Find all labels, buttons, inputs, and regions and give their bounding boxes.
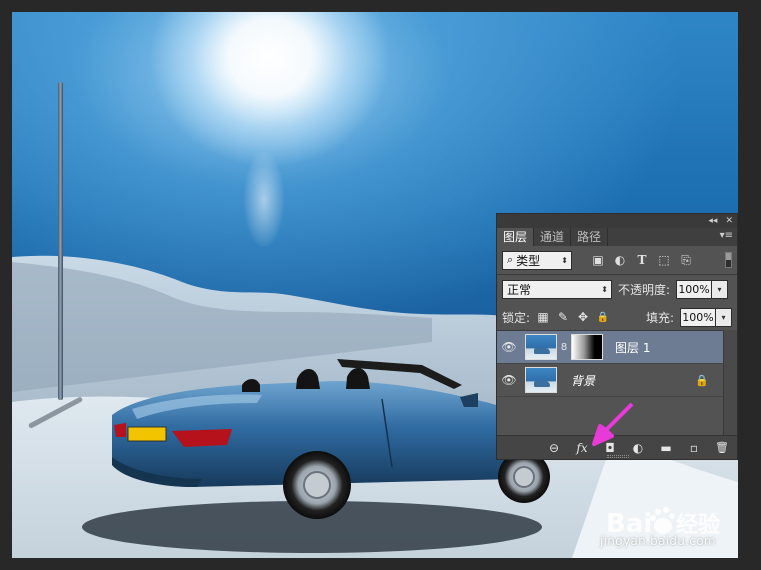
updown-arrow-icon: ⬍ bbox=[561, 255, 568, 265]
blend-mode-value: 正常 bbox=[507, 282, 532, 297]
updown-arrow-icon: ⬍ bbox=[601, 284, 608, 294]
background-lock-icon: 🔒 bbox=[695, 373, 709, 387]
filter-kind-label: 类型 bbox=[516, 253, 541, 268]
layer-thumbnail bbox=[525, 334, 557, 360]
watermark-url: jingyan.baidu.com bbox=[600, 534, 716, 548]
tab-channels[interactable]: 通道 bbox=[534, 228, 572, 246]
tab-layers[interactable]: 图层 bbox=[497, 228, 535, 246]
opacity-input[interactable]: 100% bbox=[676, 279, 713, 299]
opacity-label: 不透明度: bbox=[618, 282, 671, 297]
panel-title-bar: ◂◂ ✕ bbox=[497, 214, 737, 228]
lock-row: 锁定: ▦ ✎ ✥ 🔒 填充: 100% ▾ bbox=[497, 303, 737, 331]
layer-thumbnail bbox=[525, 367, 557, 393]
smart-object-filter-icon[interactable]: ⎘ bbox=[678, 252, 694, 268]
shape-filter-icon[interactable]: ⬚ bbox=[656, 252, 672, 268]
collapse-icon[interactable]: ◂◂ bbox=[708, 216, 717, 226]
close-icon[interactable]: ✕ bbox=[725, 216, 733, 226]
blend-row: 正常 ⬍ 不透明度: 100% ▾ bbox=[497, 275, 737, 303]
delete-icon[interactable]: 🗑 bbox=[715, 441, 729, 455]
fill-input[interactable]: 100% bbox=[680, 307, 716, 327]
layer-list-scrollbar[interactable] bbox=[723, 330, 737, 436]
panel-tabs: 图层 通道 路径 ▾≡ bbox=[497, 228, 737, 246]
visibility-eye-icon[interactable]: 👁 bbox=[497, 340, 521, 354]
visibility-eye-icon[interactable]: 👁 bbox=[497, 373, 521, 387]
fill-label: 填充: bbox=[645, 310, 674, 325]
lock-transparent-icon[interactable]: ▦ bbox=[536, 310, 550, 324]
tab-paths[interactable]: 路径 bbox=[571, 228, 609, 246]
fill-slider-toggle[interactable]: ▾ bbox=[716, 307, 732, 327]
layer-row-background[interactable]: 👁 背景 🔒 bbox=[497, 364, 723, 397]
layer-filter-row: ⌕ 类型 ⬍ ▣ ◐ T ⬚ ⎘ bbox=[497, 246, 737, 274]
layer-name: 背景 bbox=[571, 373, 596, 388]
panel-menu-icon[interactable]: ▾≡ bbox=[720, 230, 733, 241]
image-filter-icon[interactable]: ▣ bbox=[590, 252, 606, 268]
layer-name: 图层 1 bbox=[615, 340, 651, 355]
lock-all-icon[interactable]: 🔒 bbox=[596, 310, 610, 324]
adjustment-filter-icon[interactable]: ◐ bbox=[612, 252, 628, 268]
lock-position-icon[interactable]: ✥ bbox=[576, 310, 590, 324]
lock-paint-icon[interactable]: ✎ bbox=[556, 310, 570, 324]
blend-mode-dropdown[interactable]: 正常 ⬍ bbox=[502, 279, 612, 299]
search-icon: ⌕ bbox=[507, 253, 514, 266]
fx-icon[interactable]: fx bbox=[575, 441, 589, 455]
filter-toggle-switch[interactable] bbox=[725, 252, 732, 268]
resize-grip[interactable] bbox=[607, 455, 629, 458]
mask-link-icon[interactable]: 8 bbox=[559, 342, 569, 353]
layer-row-layer1[interactable]: 👁 8 图层 1 bbox=[497, 331, 723, 364]
opacity-slider-toggle[interactable]: ▾ bbox=[712, 279, 729, 299]
lamp-pole bbox=[58, 82, 63, 400]
lock-label: 锁定: bbox=[502, 310, 531, 325]
type-filter-icon[interactable]: T bbox=[634, 252, 650, 268]
group-folder-icon[interactable]: ▬ bbox=[659, 441, 673, 455]
annotation-arrow bbox=[592, 402, 634, 446]
filter-kind-dropdown[interactable]: ⌕ 类型 ⬍ bbox=[502, 250, 572, 270]
link-layers-icon[interactable]: ⊖ bbox=[547, 441, 561, 455]
new-layer-icon[interactable]: ▫ bbox=[687, 441, 701, 455]
layer-mask-thumbnail[interactable] bbox=[571, 334, 603, 360]
